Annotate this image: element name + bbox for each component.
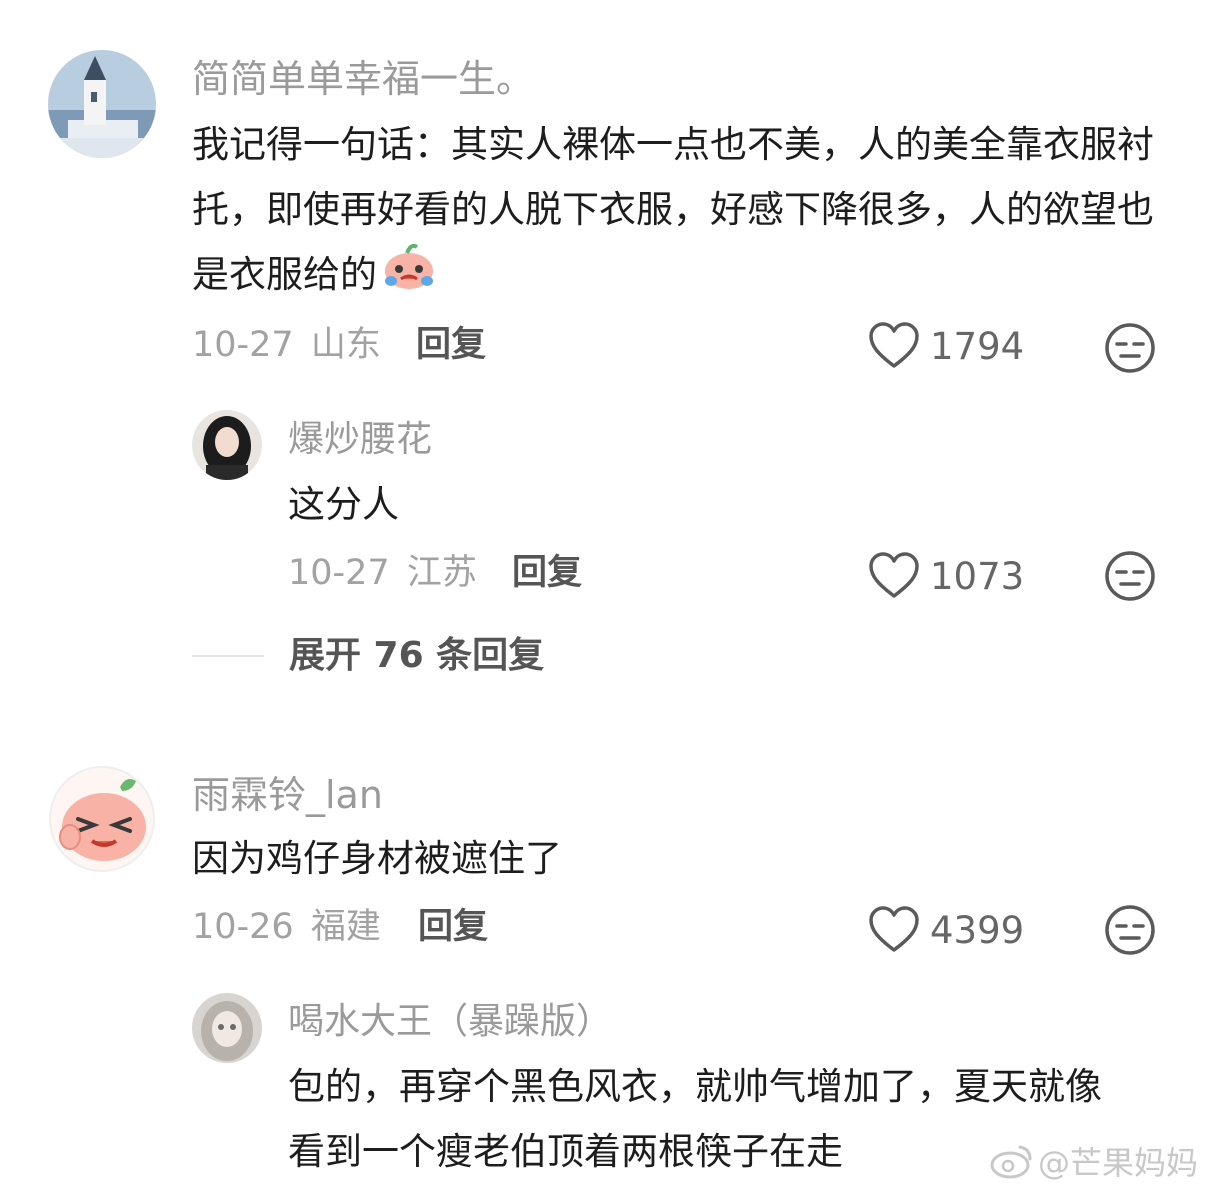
like-button[interactable]: 1794	[868, 322, 1024, 370]
heart-icon	[869, 552, 919, 598]
dislike-button[interactable]	[1104, 904, 1156, 960]
comment-meta: 10-26 福建	[192, 907, 381, 947]
expand-replies-label: 展开 76 条回复	[289, 635, 545, 676]
reply-button[interactable]: 回复	[418, 910, 488, 945]
watermark: @芒果妈妈	[990, 1138, 1198, 1184]
unamused-face-icon	[1105, 551, 1155, 601]
username[interactable]: 爆炒腰花	[288, 422, 432, 458]
avatar[interactable]	[48, 765, 156, 873]
unamused-face-icon	[1105, 323, 1155, 373]
avatar[interactable]	[192, 993, 262, 1063]
comment-text: 这分人	[288, 483, 399, 526]
like-button[interactable]: 1073	[868, 552, 1024, 600]
crying-emoji-icon	[381, 243, 437, 311]
comment-text: 我记得一句话：其实人裸体一点也不美，人的美全靠衣服衬托，即使再好看的人脱下衣服，…	[192, 112, 1162, 311]
heart-icon	[869, 322, 919, 368]
divider	[192, 655, 264, 657]
like-count: 1794	[930, 324, 1025, 368]
username[interactable]: 雨霖铃_lan	[192, 776, 383, 814]
avatar[interactable]	[192, 410, 262, 480]
reply-button[interactable]: 回复	[512, 556, 582, 591]
comment-meta: 10-27 山东	[192, 325, 381, 365]
unamused-face-icon	[1105, 905, 1155, 955]
dislike-button[interactable]	[1104, 550, 1156, 606]
username[interactable]: 简简单单幸福一生。	[192, 60, 534, 98]
reply-button[interactable]: 回复	[416, 328, 486, 363]
heart-icon	[869, 906, 919, 952]
dislike-button[interactable]	[1104, 322, 1156, 378]
username[interactable]: 喝水大王（暴躁版）	[288, 1004, 612, 1040]
weibo-logo-icon	[990, 1145, 1032, 1179]
like-count: 1073	[930, 554, 1025, 598]
like-count: 4399	[930, 908, 1025, 952]
like-button[interactable]: 4399	[868, 906, 1024, 954]
watermark-text: @芒果妈妈	[1038, 1144, 1199, 1182]
avatar[interactable]	[48, 50, 156, 158]
expand-replies-button[interactable]: 展开 76 条回复	[192, 638, 544, 674]
comment-meta: 10-27 江苏	[288, 553, 477, 593]
comment-text: 因为鸡仔身材被遮住了	[192, 837, 562, 880]
